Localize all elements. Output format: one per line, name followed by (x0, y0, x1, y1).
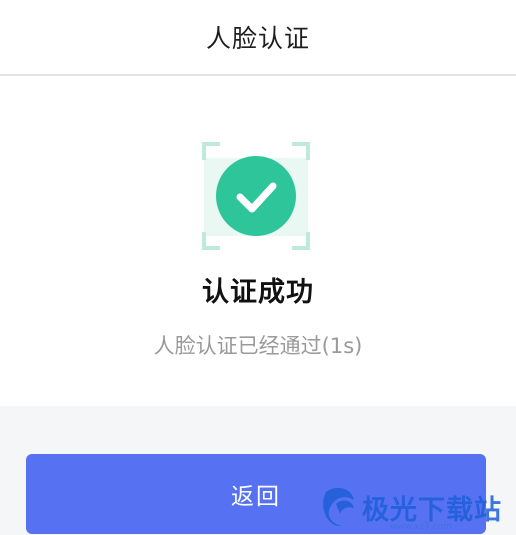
check-circle-icon (202, 142, 310, 250)
face-auth-result-page: 人脸认证 认证成功 人脸认证已经通过(1s) 返回 极光下载站 www.xz7.… (0, 0, 516, 535)
back-button[interactable]: 返回 (26, 454, 486, 534)
page-header: 人脸认证 (0, 0, 516, 76)
success-circle (216, 156, 296, 236)
result-title: 认证成功 (202, 277, 314, 308)
result-description: 人脸认证已经通过(1s) (153, 334, 363, 358)
page-title: 人脸认证 (205, 24, 310, 53)
